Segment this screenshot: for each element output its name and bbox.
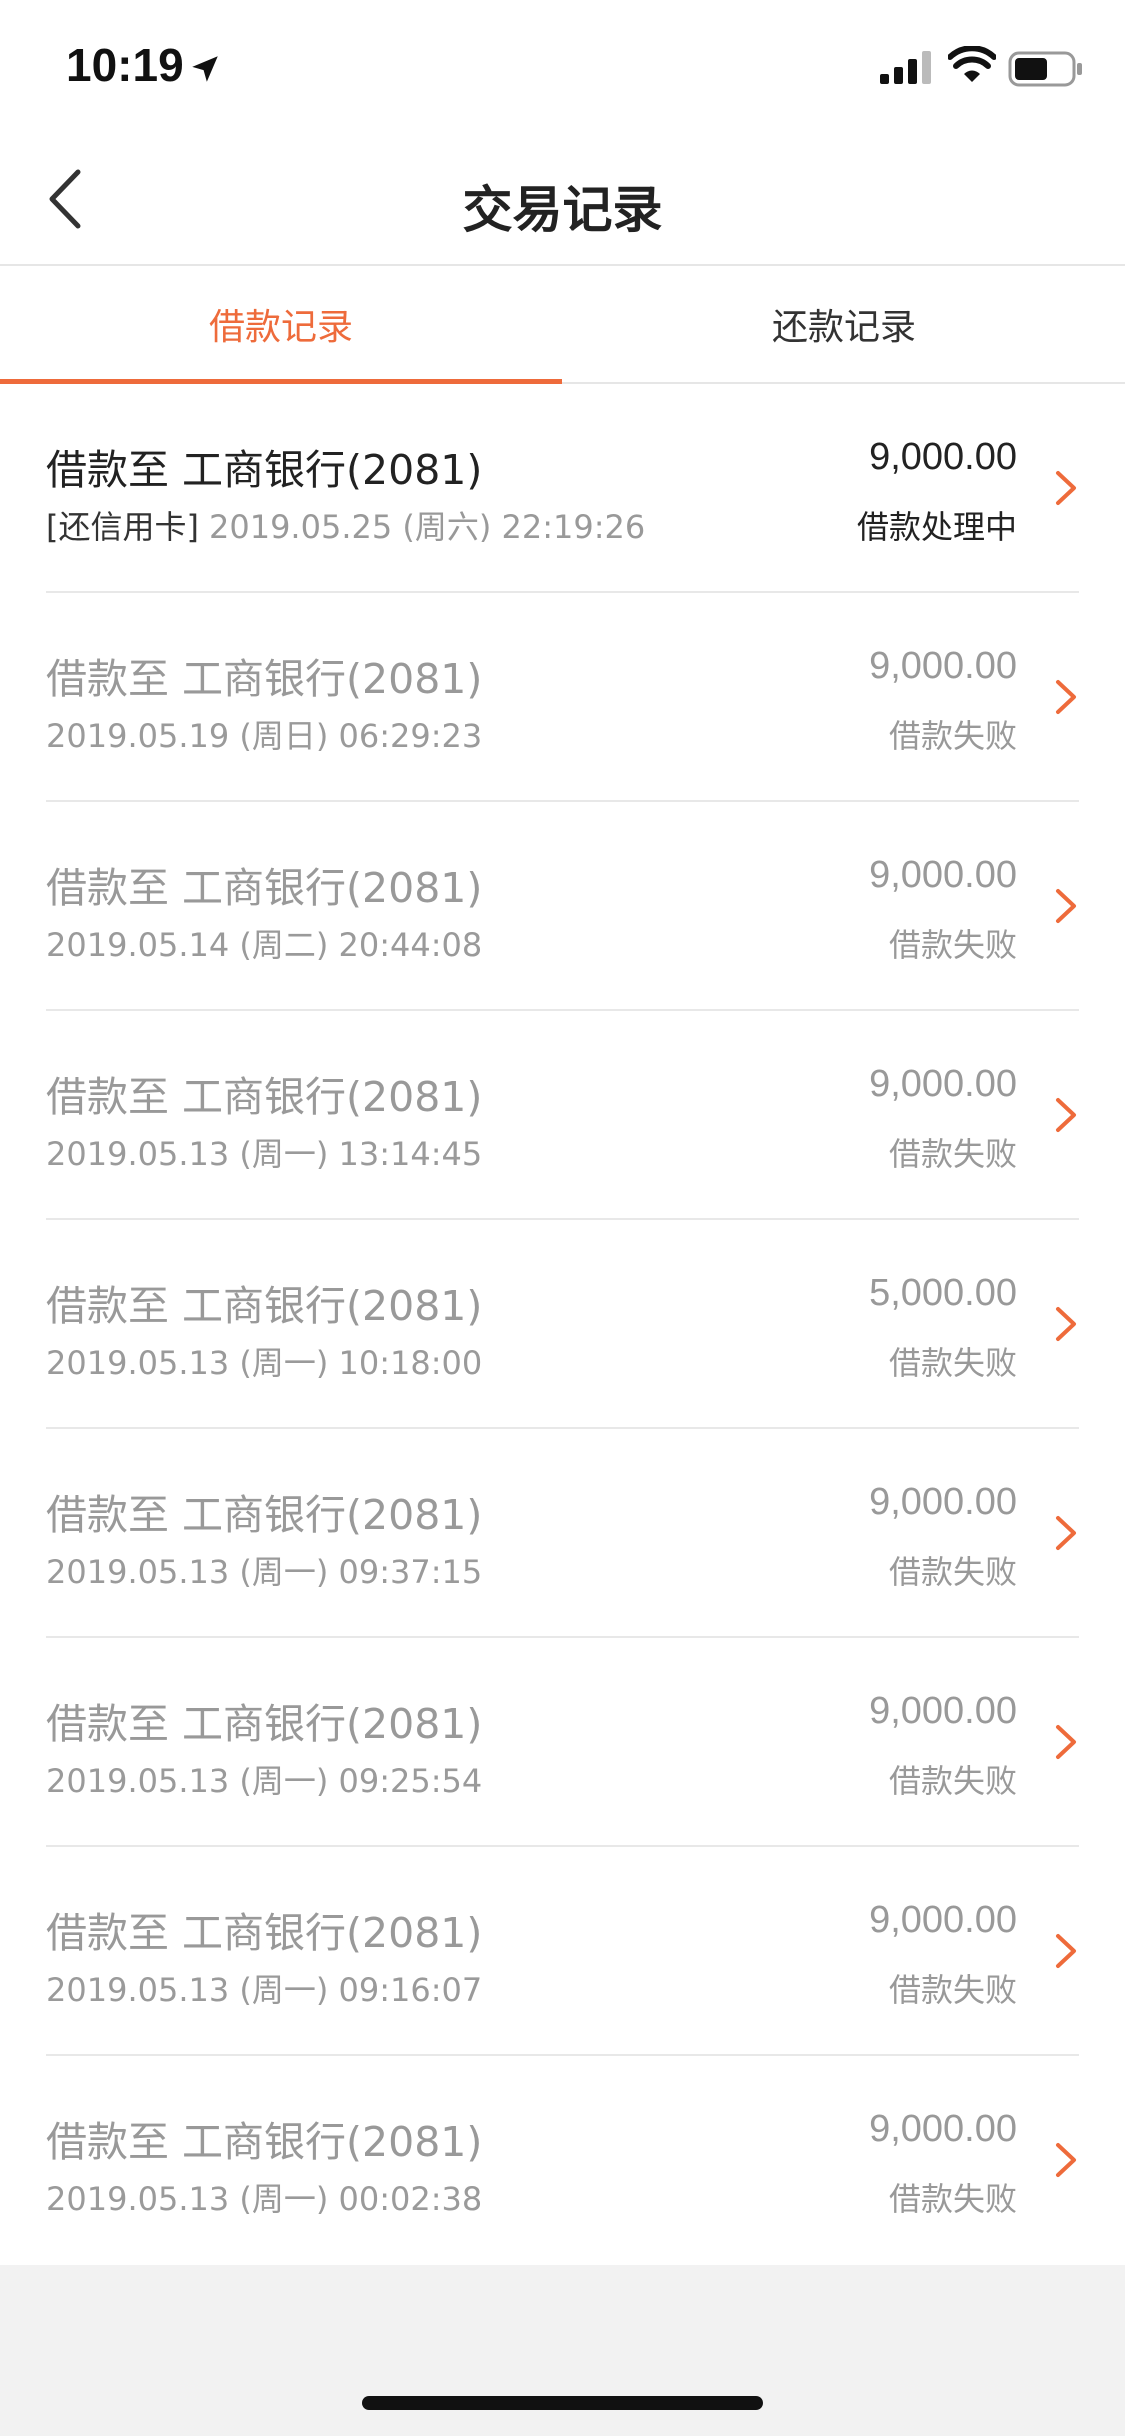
record-row[interactable]: 借款至 工商银行(2081) 2019.05.13 (周一) 13:14:45 …: [0, 1011, 1125, 1220]
record-list: 借款至 工商银行(2081) [还信用卡] 2019.05.25 (周六) 22:…: [0, 384, 1125, 2265]
location-arrow-icon: [192, 56, 218, 82]
record-status: 借款失败: [888, 1971, 1017, 2009]
record-datetime: 2019.05.13 (周一) 09:37:15: [46, 1553, 483, 1591]
record-datetime: 2019.05.25 (周六) 22:19:26: [208, 508, 646, 546]
chevron-right-icon: [1056, 1934, 1076, 1968]
record-amount: 9,000.00: [869, 854, 1017, 896]
record-row[interactable]: 借款至 工商银行(2081) [还信用卡] 2019.05.25 (周六) 22:…: [0, 384, 1125, 593]
record-datetime: 2019.05.14 (周二) 20:44:08: [46, 926, 483, 964]
record-datetime: 2019.05.19 (周日) 06:29:23: [46, 717, 483, 755]
wifi-icon: [948, 46, 996, 82]
record-amount: 9,000.00: [869, 645, 1017, 687]
record-amount: 9,000.00: [869, 1063, 1017, 1105]
chevron-right-icon: [1056, 1516, 1076, 1550]
tab-label: 还款记录: [771, 307, 916, 348]
record-amount: 9,000.00: [869, 2108, 1017, 2150]
record-row[interactable]: 借款至 工商银行(2081) 2019.05.13 (周一) 10:18:00 …: [0, 1220, 1125, 1429]
record-datetime: 2019.05.13 (周一) 00:02:38: [46, 2180, 483, 2218]
record-subtitle: [还信用卡] 2019.05.25 (周六) 22:19:26: [46, 502, 645, 548]
record-status: 借款失败: [888, 1344, 1017, 1382]
record-status: 借款处理中: [856, 508, 1017, 546]
record-amount: 9,000.00: [869, 1481, 1017, 1523]
record-amount: 9,000.00: [869, 1690, 1017, 1732]
record-status: 借款失败: [888, 717, 1017, 755]
record-datetime: 2019.05.13 (周一) 09:25:54: [46, 1762, 483, 1800]
record-title: 借款至 工商银行(2081): [46, 655, 483, 703]
chevron-right-icon: [1056, 471, 1076, 505]
record-title: 借款至 工商银行(2081): [46, 2118, 483, 2166]
record-status: 借款失败: [888, 926, 1017, 964]
record-amount: 9,000.00: [869, 436, 1017, 478]
battery-icon: [1008, 51, 1082, 87]
record-title: 借款至 工商银行(2081): [46, 1700, 483, 1748]
tab-borrow-records[interactable]: 借款记录: [0, 266, 562, 384]
screen: 10:19 交易记录 借款记录 还款记录 借款至 工商银行(2081) [还信用…: [0, 0, 1125, 2436]
chevron-right-icon: [1056, 1725, 1076, 1759]
status-bar: 10:19: [0, 0, 1125, 132]
record-row[interactable]: 借款至 工商银行(2081) 2019.05.14 (周二) 20:44:08 …: [0, 802, 1125, 1011]
record-amount: 5,000.00: [869, 1272, 1017, 1314]
chevron-right-icon: [1056, 2143, 1076, 2177]
record-datetime: 2019.05.13 (周一) 09:16:07: [46, 1971, 483, 2009]
chevron-right-icon: [1056, 680, 1076, 714]
record-status: 借款失败: [888, 1553, 1017, 1591]
record-row[interactable]: 借款至 工商银行(2081) 2019.05.13 (周一) 09:16:07 …: [0, 1847, 1125, 2056]
tab-label: 借款记录: [208, 307, 353, 348]
page-title: 交易记录: [462, 181, 663, 239]
chevron-right-icon: [1056, 889, 1076, 923]
record-title: 借款至 工商银行(2081): [46, 1491, 483, 1539]
tab-repay-records[interactable]: 还款记录: [563, 266, 1125, 382]
record-title: 借款至 工商银行(2081): [46, 1909, 483, 1957]
home-indicator[interactable]: [362, 2396, 763, 2410]
record-title: 借款至 工商银行(2081): [46, 446, 483, 494]
record-datetime: 2019.05.13 (周一) 10:18:00: [46, 1344, 483, 1382]
record-status: 借款失败: [888, 2180, 1017, 2218]
chevron-right-icon: [1056, 1307, 1076, 1341]
record-row[interactable]: 借款至 工商银行(2081) 2019.05.13 (周一) 09:37:15 …: [0, 1429, 1125, 1638]
chevron-right-icon: [1056, 1098, 1076, 1132]
record-title: 借款至 工商银行(2081): [46, 1282, 483, 1330]
record-row[interactable]: 借款至 工商银行(2081) 2019.05.19 (周日) 06:29:23 …: [0, 593, 1125, 802]
record-amount: 9,000.00: [869, 1899, 1017, 1941]
record-title: 借款至 工商银行(2081): [46, 864, 483, 912]
record-status: 借款失败: [888, 1762, 1017, 1800]
status-time: 10:19: [66, 39, 184, 91]
signal-icon: [880, 51, 931, 84]
record-row[interactable]: 借款至 工商银行(2081) 2019.05.13 (周一) 09:25:54 …: [0, 1638, 1125, 1847]
record-tag: [还信用卡]: [46, 508, 199, 546]
navigation-bar: 交易记录: [0, 132, 1125, 266]
tab-bar: 借款记录 还款记录: [0, 266, 1125, 384]
record-status: 借款失败: [888, 1135, 1017, 1173]
record-row[interactable]: 借款至 工商银行(2081) 2019.05.13 (周一) 00:02:38 …: [0, 2056, 1125, 2265]
record-title: 借款至 工商银行(2081): [46, 1073, 483, 1121]
record-datetime: 2019.05.13 (周一) 13:14:45: [46, 1135, 483, 1173]
